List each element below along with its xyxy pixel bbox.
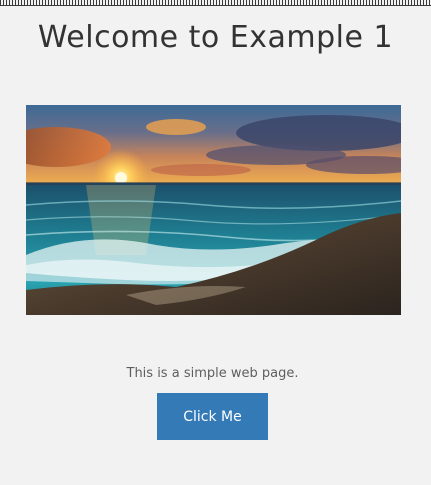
page-title: Welcome to Example 1 — [37, 20, 394, 55]
page-description: This is a simple web page. — [126, 366, 299, 381]
top-border — [0, 0, 431, 6]
hero-image — [26, 105, 401, 315]
click-me-button[interactable]: Click Me — [157, 393, 268, 440]
